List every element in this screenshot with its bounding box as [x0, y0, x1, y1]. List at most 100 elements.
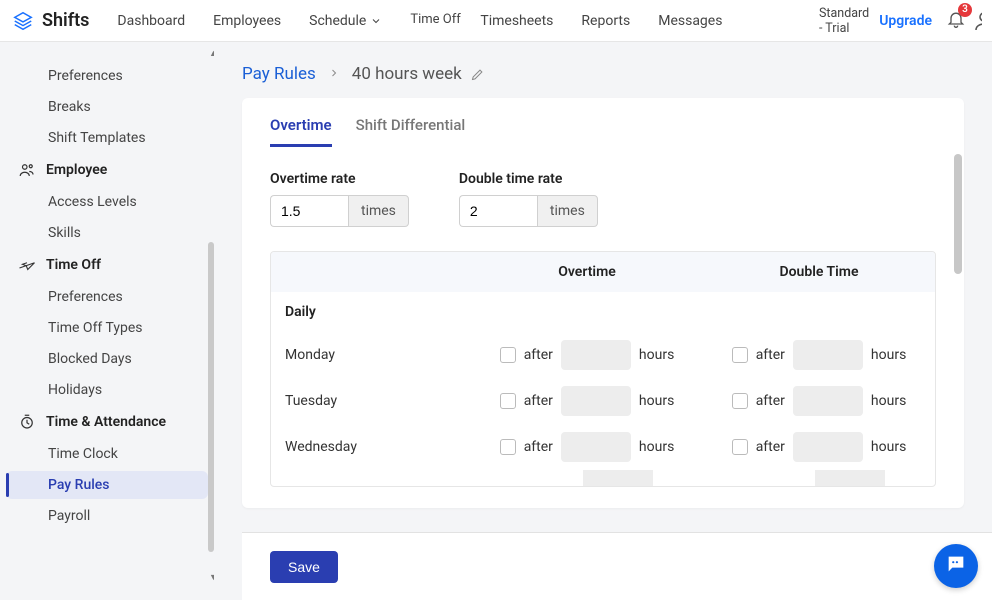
- dt-hours-input-monday[interactable]: [793, 340, 863, 370]
- dt-cell-monday: after hours: [703, 340, 935, 370]
- after-label: after: [756, 347, 785, 363]
- day-label: Wednesday: [271, 439, 471, 455]
- nav-messages[interactable]: Messages: [658, 13, 722, 29]
- nav-schedule-label: Schedule: [309, 13, 366, 29]
- overtime-rate-suffix: times: [348, 195, 409, 227]
- ot-hours-input-wednesday[interactable]: [561, 432, 631, 462]
- user-avatar-cutoff[interactable]: [972, 9, 982, 33]
- nav-items: Dashboard Employees Schedule Time Off Ti…: [117, 13, 819, 29]
- sidebar-item-skills[interactable]: Skills: [6, 219, 208, 247]
- sidebar-item-shift-templates[interactable]: Shift Templates: [6, 124, 208, 152]
- brand-name: Shifts: [42, 10, 89, 31]
- brand[interactable]: Shifts: [12, 10, 89, 32]
- breadcrumb-current: 40 hours week: [352, 64, 485, 84]
- after-label: after: [756, 393, 785, 409]
- nav-timeoff-label: Time Off: [410, 13, 452, 27]
- day-label: Monday: [271, 347, 471, 363]
- plan-line2: - Trial: [819, 21, 869, 36]
- nav-timesheets[interactable]: Timesheets: [480, 13, 553, 29]
- chat-fab[interactable]: [934, 544, 978, 588]
- sidebar-item-preferences[interactable]: Preferences: [6, 62, 208, 90]
- after-label: after: [756, 439, 785, 455]
- breadcrumb-root[interactable]: Pay Rules: [242, 64, 316, 84]
- edit-name-button[interactable]: [470, 67, 485, 82]
- doubletime-rate-label: Double time rate: [459, 171, 598, 187]
- day-row-monday: Monday after hours after hours: [271, 332, 935, 378]
- card-scrollbar[interactable]: [954, 154, 962, 274]
- notifications-button[interactable]: 3: [946, 9, 966, 33]
- main-content: Pay Rules 40 hours week Overtime Shift D…: [214, 42, 992, 600]
- sidebar-item-to-types[interactable]: Time Off Types: [6, 314, 208, 342]
- top-nav: Shifts Dashboard Employees Schedule Time…: [0, 0, 992, 42]
- day-label: Tuesday: [271, 393, 471, 409]
- ot-checkbox-monday[interactable]: [500, 347, 516, 363]
- nav-employees[interactable]: Employees: [213, 13, 281, 29]
- sidebar-header-timeoff-label: Time Off: [46, 257, 101, 273]
- overtime-rate-label: Overtime rate: [270, 171, 409, 187]
- sidebar-item-to-preferences[interactable]: Preferences: [6, 283, 208, 311]
- dt-hours-input-tuesday[interactable]: [793, 386, 863, 416]
- plan-label: Standard - Trial: [819, 6, 869, 36]
- day-row-wednesday: Wednesday after hours after hours: [271, 424, 935, 470]
- ot-hours-input-tuesday[interactable]: [561, 386, 631, 416]
- ot-hours-input-monday[interactable]: [561, 340, 631, 370]
- hours-label: hours: [871, 393, 906, 409]
- hours-label: hours: [871, 347, 906, 363]
- sidebar-item-access-levels[interactable]: Access Levels: [6, 188, 208, 216]
- nav-schedule[interactable]: Schedule: [309, 13, 382, 29]
- dt-hours-input-wednesday[interactable]: [793, 432, 863, 462]
- nav-dashboard[interactable]: Dashboard: [117, 13, 185, 29]
- brand-logo-icon: [12, 10, 34, 32]
- ot-cell-wednesday: after hours: [471, 432, 703, 462]
- ot-checkbox-tuesday[interactable]: [500, 393, 516, 409]
- ot-cell-tuesday: after hours: [471, 386, 703, 416]
- tab-overtime[interactable]: Overtime: [270, 116, 332, 147]
- doubletime-rate-group: Double time rate times: [459, 171, 598, 227]
- hours-label: hours: [871, 439, 906, 455]
- nav-timeoff[interactable]: Time Off: [410, 13, 452, 27]
- ot-cell-monday: after hours: [471, 340, 703, 370]
- doubletime-rate-input[interactable]: [459, 195, 537, 227]
- notification-count: 3: [958, 3, 972, 17]
- dt-checkbox-monday[interactable]: [732, 347, 748, 363]
- doubletime-rate-suffix: times: [537, 195, 598, 227]
- plan-line1: Standard: [819, 6, 869, 21]
- after-label: after: [524, 439, 553, 455]
- dt-checkbox-tuesday[interactable]: [732, 393, 748, 409]
- ot-hours-input-next[interactable]: [583, 470, 653, 486]
- pay-rule-card: Overtime Shift Differential Overtime rat…: [242, 98, 964, 508]
- sidebar-item-blocked-days[interactable]: Blocked Days: [6, 345, 208, 373]
- overtime-rate-group: Overtime rate times: [270, 171, 409, 227]
- sidebar-item-breaks[interactable]: Breaks: [6, 93, 208, 121]
- pay-rule-tabs: Overtime Shift Differential: [242, 98, 964, 147]
- sidebar-item-payroll[interactable]: Payroll: [6, 502, 208, 530]
- hours-label: hours: [639, 393, 674, 409]
- nav-reports[interactable]: Reports: [581, 13, 630, 29]
- tab-shift-differential[interactable]: Shift Differential: [356, 116, 466, 147]
- sidebar-header-ta-label: Time & Attendance: [46, 414, 166, 430]
- save-button[interactable]: Save: [270, 551, 338, 583]
- overtime-rate-input[interactable]: [270, 195, 348, 227]
- sidebar-item-time-clock[interactable]: Time Clock: [6, 440, 208, 468]
- ot-checkbox-wednesday[interactable]: [500, 439, 516, 455]
- after-label: after: [524, 347, 553, 363]
- breadcrumb: Pay Rules 40 hours week: [214, 42, 992, 98]
- col-doubletime-header: Double Time: [703, 264, 935, 280]
- sidebar-header-employee-label: Employee: [46, 162, 107, 178]
- hours-label: hours: [639, 347, 674, 363]
- settings-sidebar: ▲ ▼ Preferences Breaks Shift Templates E…: [0, 42, 214, 600]
- sidebar-item-pay-rules[interactable]: Pay Rules: [6, 471, 208, 499]
- sidebar-header-employee: Employee: [6, 155, 208, 185]
- rules-table-header: Overtime Double Time: [271, 252, 935, 292]
- dt-cell-wednesday: after hours: [703, 432, 935, 462]
- dt-checkbox-wednesday[interactable]: [732, 439, 748, 455]
- clock-icon: [18, 413, 36, 431]
- chevron-right-icon: [328, 64, 340, 84]
- day-row-tuesday: Tuesday after hours after hours: [271, 378, 935, 424]
- upgrade-link[interactable]: Upgrade: [879, 13, 932, 29]
- sidebar-item-holidays[interactable]: Holidays: [6, 376, 208, 404]
- chevron-down-icon: [370, 15, 382, 27]
- bell-icon: [946, 17, 966, 33]
- chat-icon: [945, 553, 967, 579]
- dt-hours-input-next[interactable]: [815, 470, 885, 486]
